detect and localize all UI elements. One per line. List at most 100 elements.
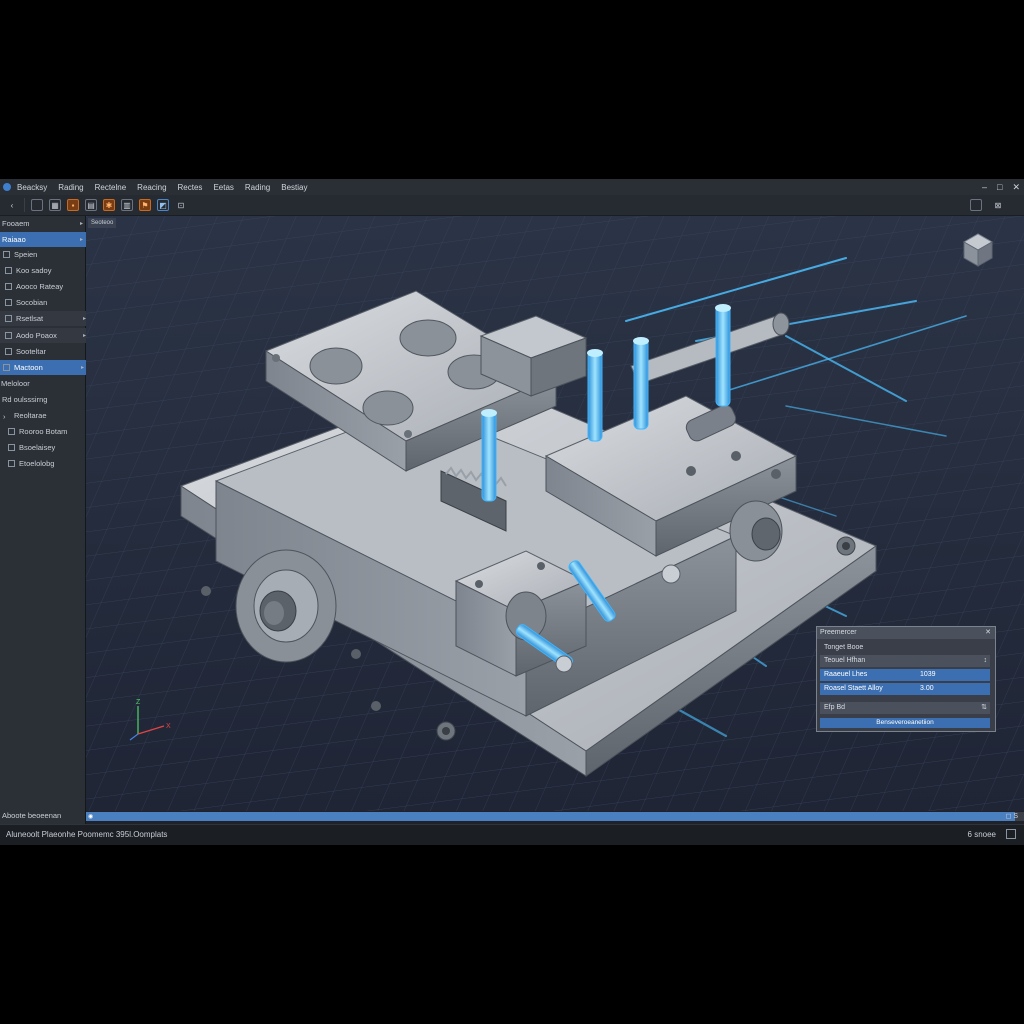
property-label: Roasel Staett Alloy [824, 685, 883, 692]
status-bar: Aluneoolt Plaeonhe Poomemc 395l.Oomplats… [0, 824, 1024, 845]
part-icon [5, 315, 12, 322]
property-row[interactable]: Tonget Booe [820, 642, 990, 654]
view-icon[interactable]: ▥ [121, 199, 133, 211]
menu-item[interactable]: Rectelne [95, 183, 127, 192]
status-text: Aluneoolt Plaeonhe Poomemc 395l.Oomplats [6, 830, 168, 839]
tree-item-label: Aodo Poaox [16, 331, 57, 340]
tree-item-label: Fooaem [2, 219, 30, 228]
menu-item[interactable]: Rading [58, 183, 83, 192]
property-value[interactable]: 1039 [920, 669, 936, 681]
menu-item[interactable]: Bestiay [281, 183, 307, 192]
progress-icon: ◉ [88, 814, 94, 820]
app-logo-icon [3, 183, 11, 191]
part-icon [8, 428, 15, 435]
expand-icon: › [3, 412, 6, 421]
toolbar: ‹ ▦ ▪ ▤ ✱ ▥ ⚑ ◩ ⊡ ⊠ [0, 195, 1024, 216]
part-icon [8, 444, 15, 451]
minimize-button[interactable]: – [982, 182, 987, 192]
sidebar-status: Aboote beoeenan [2, 811, 62, 820]
chevron-right-icon: ▸ [79, 237, 83, 243]
tree-item-label: Bsoelaisey [19, 443, 56, 452]
tree-item-label: Etoelolobg [19, 459, 55, 468]
menu-item[interactable]: Eetas [213, 183, 233, 192]
property-row-selected[interactable]: Raaeuel Lhes 1039 [820, 669, 990, 681]
progress-bar: ◉ ◻ S [86, 812, 1024, 821]
axis-label-z: Z [136, 699, 141, 706]
tree-item-label: Sooteltar [16, 347, 47, 356]
tree-item[interactable]: Rd oulsssirng [0, 392, 86, 407]
property-row[interactable]: Teouel Hfhan ↕ [820, 655, 990, 667]
tree-item-label: Rooroo Botam [19, 427, 68, 436]
layout-icon[interactable] [970, 199, 982, 211]
render-icon[interactable]: ◩ [157, 199, 169, 211]
flag-icon[interactable]: ⚑ [139, 199, 151, 211]
tree-item[interactable]: Rsetlsat ▸ [0, 311, 89, 326]
tree-item-label: Mactoon [14, 363, 43, 372]
tree-item[interactable]: › Reoltarae [0, 408, 87, 423]
tree-item-selected[interactable]: Raiaao ▸ [0, 232, 86, 247]
grid-toggle-icon[interactable] [1006, 829, 1016, 839]
tree-item-label: Rsetlsat [16, 314, 44, 323]
part-icon [3, 251, 10, 258]
snap-icon[interactable]: ✱ [103, 199, 115, 211]
chevron-right-icon: ▸ [80, 365, 84, 371]
progress-bar-fill [86, 812, 1015, 821]
close-button[interactable]: ✕ [1012, 182, 1020, 193]
tree-item[interactable]: Speien [0, 247, 87, 262]
part-icon [3, 364, 10, 371]
menu-item[interactable]: Beacksy [17, 183, 47, 192]
tree-item-label: Meloloor [1, 379, 30, 388]
property-row-icon[interactable]: ⇅ [981, 702, 987, 714]
property-row[interactable]: Efp Bd ⇅ [820, 702, 990, 714]
view-tab[interactable]: Seoteoo [88, 218, 117, 228]
property-row-icon[interactable]: ↕ [984, 655, 988, 667]
properties-panel: Preemercer ✕ Tonget Booe Teouel Hfhan ↕ … [816, 626, 996, 732]
settings-icon[interactable]: ⊠ [992, 199, 1004, 211]
progress-right-text: ◻ S [1005, 813, 1018, 820]
menu-item[interactable]: Reacing [137, 183, 166, 192]
menu-item[interactable]: Rading [245, 183, 270, 192]
toolbar-separator [24, 198, 25, 212]
part-icon [5, 332, 12, 339]
tree-item[interactable]: Bsoelaisey [0, 440, 92, 455]
toolbar-right-group: ⊠ [970, 199, 1004, 211]
tree-item-label: Socobian [16, 298, 48, 307]
tree-item-label: Speien [14, 250, 38, 259]
select-icon[interactable] [31, 199, 43, 211]
tree-item[interactable]: Fooaem ▸ [0, 216, 86, 231]
tree-item-label: Koo sadoy [16, 266, 52, 275]
grid-icon[interactable]: ▦ [49, 199, 61, 211]
part-icon [5, 299, 12, 306]
tree-item[interactable]: Aodo Poaox ▸ [0, 328, 89, 343]
part-icon [8, 460, 15, 467]
tree-item[interactable]: Socobian [0, 295, 89, 310]
extrude-icon[interactable]: ▪ [67, 199, 79, 211]
tree-item[interactable]: Meloloor [0, 376, 85, 391]
property-label: Teouel Hfhan [824, 657, 866, 664]
tree-item-selected[interactable]: Mactoon ▸ [0, 360, 87, 375]
tree-item[interactable]: Koo sadoy [0, 263, 89, 278]
tree-item[interactable]: Etoelolobg [0, 456, 92, 471]
chevron-right-icon: ▸ [79, 221, 83, 227]
tree-item-label: Reoltarae [14, 411, 47, 420]
measure-icon[interactable]: ▤ [85, 199, 97, 211]
menu-item[interactable]: Rectes [178, 183, 203, 192]
tree-item[interactable]: Sooteltar [0, 344, 89, 359]
axis-label-x: X [166, 723, 171, 730]
property-value[interactable]: 3.00 [920, 683, 934, 695]
tree-item[interactable]: Aooco Rateay [0, 279, 89, 294]
view-cube-icon[interactable] [960, 230, 996, 270]
fit-icon[interactable]: ⊡ [175, 199, 187, 211]
tree-item[interactable]: Rooroo Botam [0, 424, 92, 439]
cad-application-window: Beacksy Rading Rectelne Reacing Rectes E… [0, 179, 1024, 845]
arrow-left-icon[interactable]: ‹ [6, 199, 18, 211]
status-right-text: 6 snoee [967, 830, 996, 839]
apply-button[interactable]: Benseveroeanetiion [820, 718, 990, 728]
property-row-selected[interactable]: Roasel Staett Alloy 3.00 [820, 683, 990, 695]
maximize-button[interactable]: □ [997, 182, 1002, 192]
property-label: Efp Bd [824, 704, 846, 711]
tree-item-label: Rd oulsssirng [2, 395, 48, 404]
menu-bar: Beacksy Rading Rectelne Reacing Rectes E… [0, 179, 1024, 195]
3d-viewport[interactable]: Z X Seoteoo Preemercer ✕ Tonget Booe Teo… [86, 216, 1024, 811]
close-icon[interactable]: ✕ [985, 627, 991, 639]
